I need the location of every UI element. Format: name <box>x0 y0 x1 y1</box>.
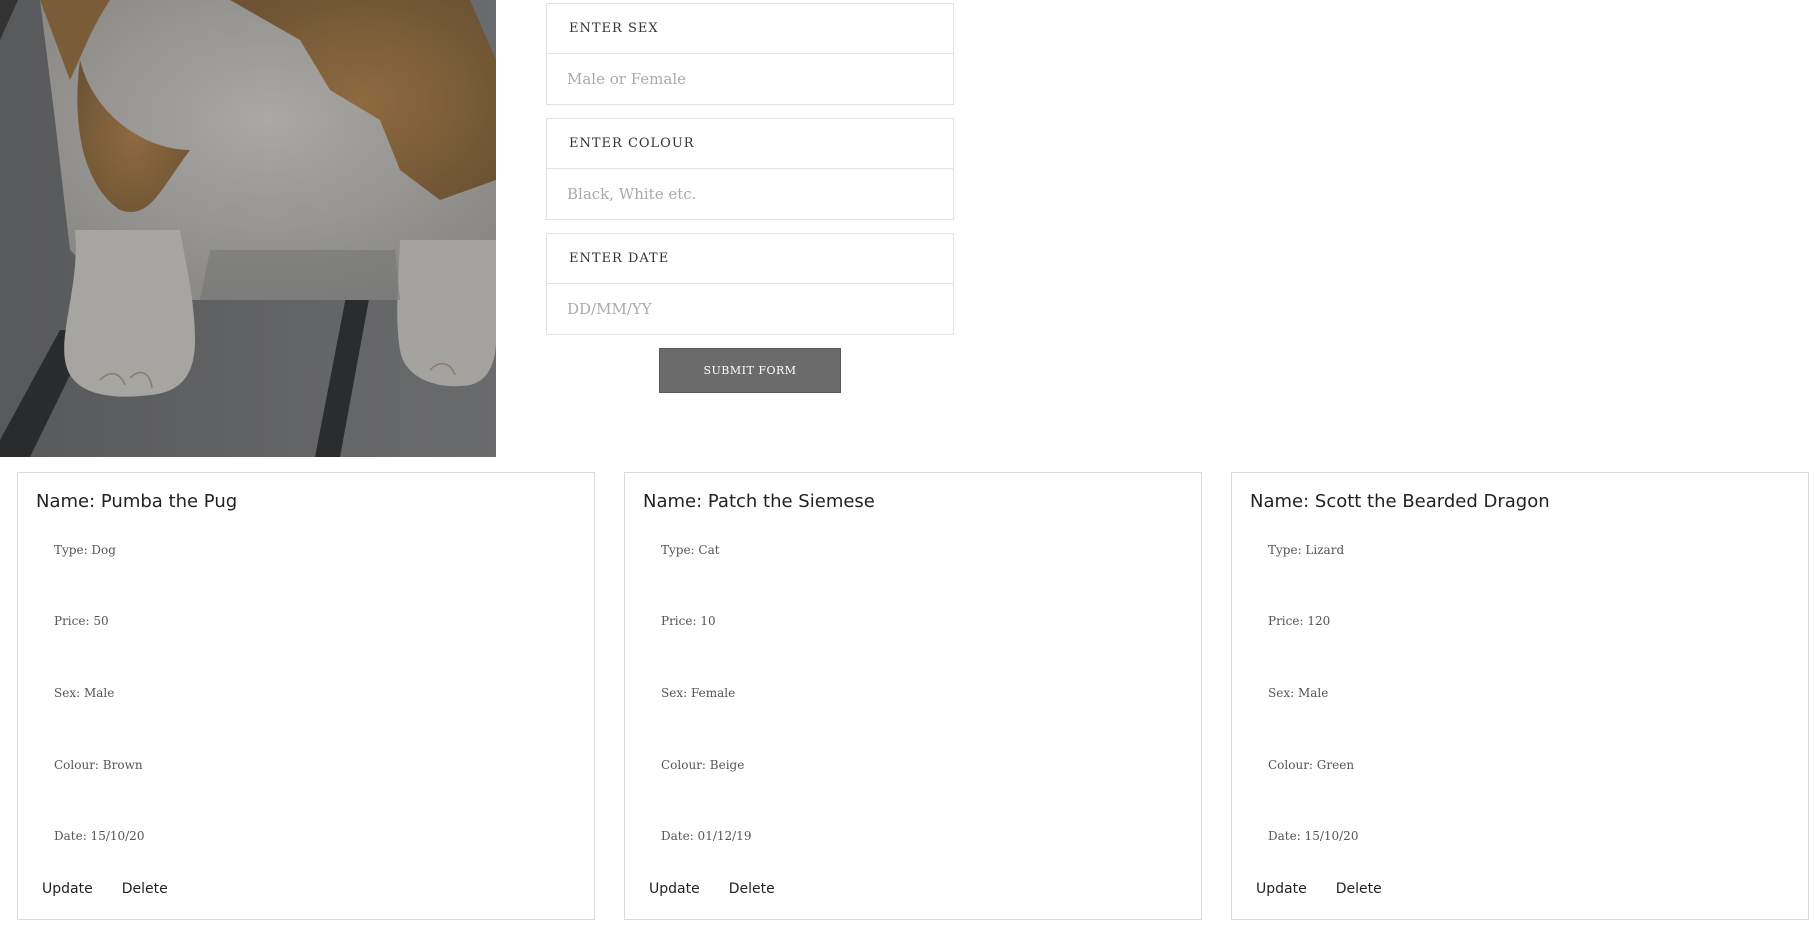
card-actions: Update Delete <box>649 881 775 897</box>
pet-form: ENTER SEX ENTER COLOUR ENTER DATE SUBMIT… <box>546 3 954 393</box>
date-field: ENTER DATE <box>546 233 954 335</box>
colour-input[interactable] <box>547 169 953 219</box>
pet-date: Date: 15/10/20 <box>1268 829 1359 843</box>
update-button[interactable]: Update <box>649 881 700 897</box>
page: ENTER SEX ENTER COLOUR ENTER DATE SUBMIT… <box>0 0 1814 926</box>
pet-colour: Colour: Green <box>1268 758 1355 772</box>
submit-form-button[interactable]: SUBMIT FORM <box>659 348 841 393</box>
pet-sex: Sex: Male <box>54 686 115 700</box>
date-label: ENTER DATE <box>547 234 953 284</box>
pet-name: Name: Pumba the Pug <box>36 491 238 512</box>
hero-puppy-image <box>0 0 496 457</box>
colour-field: ENTER COLOUR <box>546 118 954 220</box>
update-button[interactable]: Update <box>1256 881 1307 897</box>
pet-type: Type: Cat <box>661 543 720 557</box>
pet-name: Name: Scott the Bearded Dragon <box>1250 491 1550 512</box>
delete-button[interactable]: Delete <box>1336 881 1382 897</box>
pet-date: Date: 15/10/20 <box>54 829 145 843</box>
pet-type: Type: Lizard <box>1268 543 1345 557</box>
pet-date: Date: 01/12/19 <box>661 829 752 843</box>
pet-colour: Colour: Beige <box>661 758 745 772</box>
pet-colour: Colour: Brown <box>54 758 143 772</box>
puppy-photo <box>0 0 496 457</box>
pet-card: Name: Patch the Siemese Type: Cat Price:… <box>624 472 1202 920</box>
pet-price: Price: 50 <box>54 614 109 628</box>
date-input[interactable] <box>547 284 953 334</box>
pet-card-list: Name: Pumba the Pug Type: Dog Price: 50 … <box>17 472 1814 922</box>
pet-sex: Sex: Female <box>661 686 736 700</box>
pet-price: Price: 10 <box>661 614 716 628</box>
delete-button[interactable]: Delete <box>122 881 168 897</box>
pet-card: Name: Scott the Bearded Dragon Type: Liz… <box>1231 472 1809 920</box>
pet-sex: Sex: Male <box>1268 686 1329 700</box>
pet-name: Name: Patch the Siemese <box>643 491 875 512</box>
pet-card: Name: Pumba the Pug Type: Dog Price: 50 … <box>17 472 595 920</box>
colour-label: ENTER COLOUR <box>547 119 953 169</box>
delete-button[interactable]: Delete <box>729 881 775 897</box>
update-button[interactable]: Update <box>42 881 93 897</box>
sex-label: ENTER SEX <box>547 4 953 54</box>
card-actions: Update Delete <box>1256 881 1382 897</box>
sex-field: ENTER SEX <box>546 3 954 105</box>
pet-price: Price: 120 <box>1268 614 1331 628</box>
pet-type: Type: Dog <box>54 543 116 557</box>
sex-input[interactable] <box>547 54 953 104</box>
card-actions: Update Delete <box>42 881 168 897</box>
